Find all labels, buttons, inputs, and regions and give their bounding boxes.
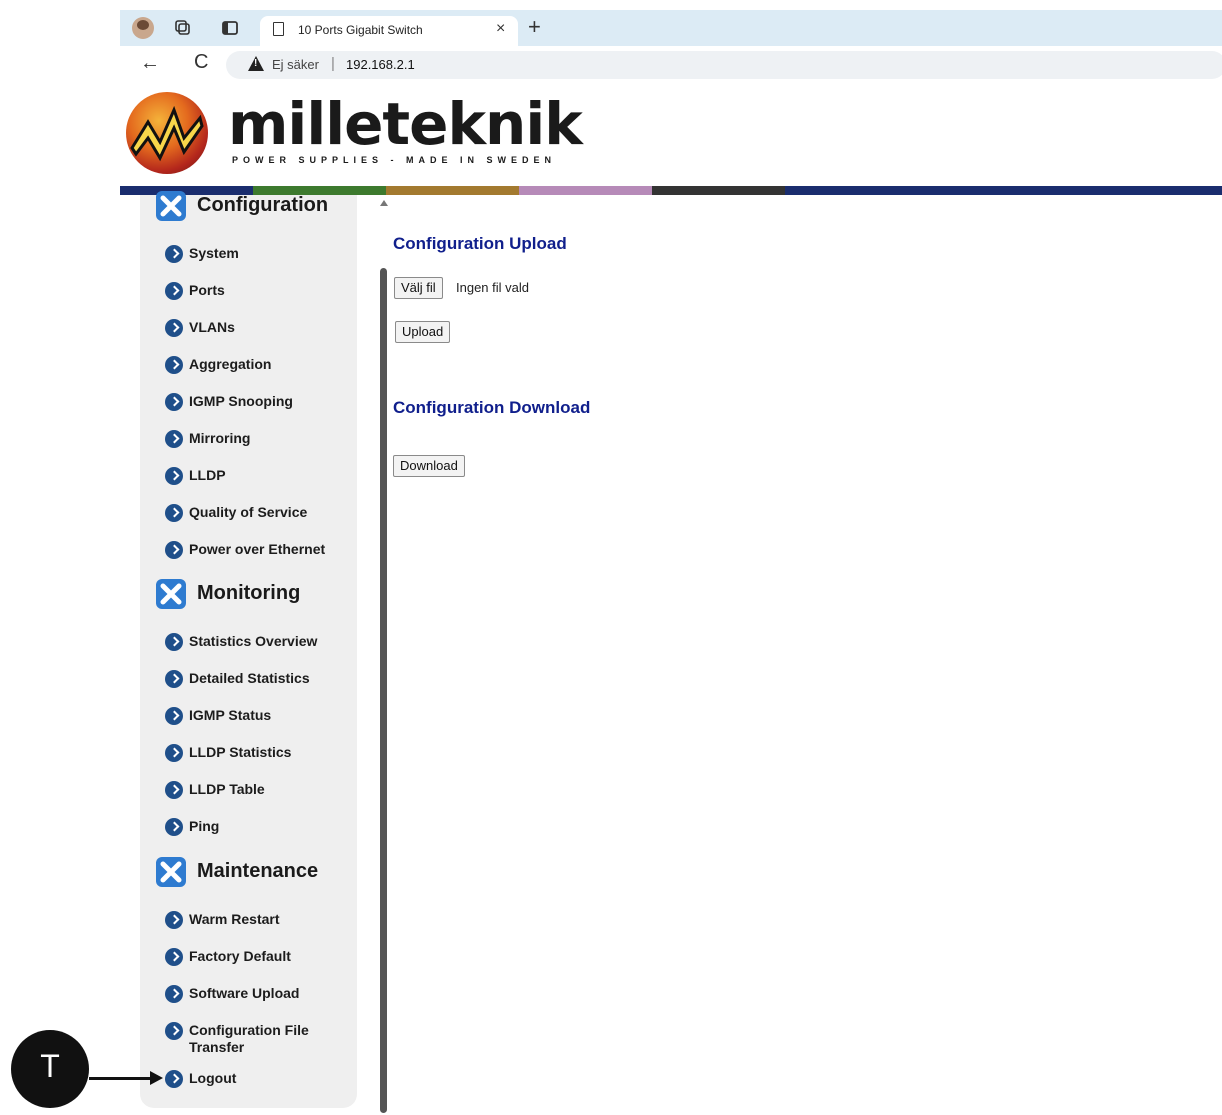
new-tab-button[interactable]: + xyxy=(528,14,541,40)
chevron-right-icon xyxy=(165,282,183,300)
sidebar-item-label: Ping xyxy=(189,818,220,834)
milleteknik-logo-icon xyxy=(126,92,208,174)
chevron-right-icon xyxy=(165,393,183,411)
sidebar-item-label: IGMP Snooping xyxy=(189,393,293,409)
tab-active[interactable]: 10 Ports Gigabit Switch × xyxy=(260,16,518,46)
sidebar-item-label: Power over Ethernet xyxy=(189,541,326,557)
sidebar-item-label: Aggregation xyxy=(189,356,272,372)
tools-icon xyxy=(156,857,186,887)
annotation-arrow-head-icon xyxy=(150,1071,163,1085)
workspaces-icon[interactable] xyxy=(172,18,192,38)
sidebar-item-label: Software Upload xyxy=(189,985,300,1001)
sidebar-item-label: VLANs xyxy=(189,319,235,335)
sidebar-item-label: Ports xyxy=(189,282,225,298)
site-header: milleteknik POWER SUPPLIES - MADE IN SWE… xyxy=(120,84,1222,186)
chevron-right-icon xyxy=(165,985,183,1003)
logo-tagline: POWER SUPPLIES - MADE IN SWEDEN xyxy=(232,155,557,165)
sidebar-item-label: Quality of Service xyxy=(189,504,308,520)
browser-tab-bar: 10 Ports Gigabit Switch × + xyxy=(120,10,1222,46)
tools-icon xyxy=(156,191,186,221)
page-icon xyxy=(273,22,284,36)
download-button[interactable]: Download xyxy=(393,455,465,477)
sidebar-item-label: Warm Restart xyxy=(189,911,280,927)
url-text[interactable]: 192.168.2.1 xyxy=(346,57,415,72)
stripe-segment xyxy=(386,186,519,195)
chevron-right-icon xyxy=(165,504,183,522)
tab-close-icon[interactable]: × xyxy=(496,20,505,38)
choose-file-button[interactable]: Välj fil xyxy=(394,277,443,299)
reload-icon[interactable]: C xyxy=(194,51,208,74)
chevron-right-icon xyxy=(165,633,183,651)
address-bar-row: ← C Ej säker | 192.168.2.1 xyxy=(120,46,1222,85)
warning-icon[interactable] xyxy=(248,56,264,71)
sidebar-item-label: Factory Default xyxy=(189,948,291,964)
tools-icon xyxy=(156,579,186,609)
profile-avatar-icon[interactable] xyxy=(132,17,154,39)
sidebar-item-label: IGMP Status xyxy=(189,707,272,723)
stripe-segment xyxy=(652,186,785,195)
stripe-segment xyxy=(785,186,1222,195)
chevron-right-icon xyxy=(165,356,183,374)
sidebar-item-label: LLDP xyxy=(189,467,226,483)
chevron-right-icon xyxy=(165,1070,183,1088)
annotation-marker-label: T xyxy=(40,1048,60,1084)
chevron-right-icon xyxy=(165,707,183,725)
frame-scrollbar[interactable] xyxy=(380,268,387,1113)
sidebar-item-label: Statistics Overview xyxy=(189,633,318,649)
chevron-right-icon xyxy=(165,467,183,485)
tab-actions-icon[interactable] xyxy=(220,18,240,38)
chevron-right-icon xyxy=(165,781,183,799)
chevron-right-icon xyxy=(165,1022,183,1040)
scroll-up-arrow-icon[interactable] xyxy=(380,200,388,206)
stripe-segment xyxy=(519,186,652,195)
chevron-right-icon xyxy=(165,541,183,559)
annotation-arrow-line xyxy=(89,1077,153,1080)
chevron-right-icon xyxy=(165,430,183,448)
section-title: Configuration xyxy=(197,194,329,216)
chevron-right-icon xyxy=(165,818,183,836)
sidebar-item-label: Logout xyxy=(189,1070,237,1086)
sidebar: Configuration System Ports VLANs Aggrega… xyxy=(140,191,357,1108)
section-title: Monitoring xyxy=(197,582,301,604)
chevron-right-icon xyxy=(165,245,183,263)
security-label[interactable]: Ej säker xyxy=(272,57,319,72)
chevron-right-icon xyxy=(165,744,183,762)
no-file-chosen-text: Ingen fil vald xyxy=(456,280,529,295)
configuration-upload-heading: Configuration Upload xyxy=(393,234,567,253)
section-title: Maintenance xyxy=(197,860,319,882)
sidebar-item-label: LLDP Table xyxy=(189,781,265,797)
chevron-right-icon xyxy=(165,319,183,337)
configuration-download-heading: Configuration Download xyxy=(393,398,591,417)
upload-button[interactable]: Upload xyxy=(395,321,451,343)
sidebar-item-label: Configuration File Transfer xyxy=(189,1022,309,1055)
annotation-marker: T xyxy=(11,1030,89,1108)
tab-title: 10 Ports Gigabit Switch xyxy=(298,23,423,37)
chevron-right-icon xyxy=(165,670,183,688)
chevron-right-icon xyxy=(165,911,183,929)
back-arrow-icon[interactable]: ← xyxy=(140,52,160,75)
url-separator: | xyxy=(331,55,335,72)
sidebar-item-label: System xyxy=(189,245,239,261)
sidebar-item-label: Detailed Statistics xyxy=(189,670,310,686)
url-input[interactable]: Ej säker | 192.168.2.1 xyxy=(226,51,1222,79)
chevron-right-icon xyxy=(165,948,183,966)
sidebar-item-label: Mirroring xyxy=(189,430,251,446)
sidebar-item-label: LLDP Statistics xyxy=(189,744,292,760)
logo-wordmark: milleteknik xyxy=(228,90,583,158)
